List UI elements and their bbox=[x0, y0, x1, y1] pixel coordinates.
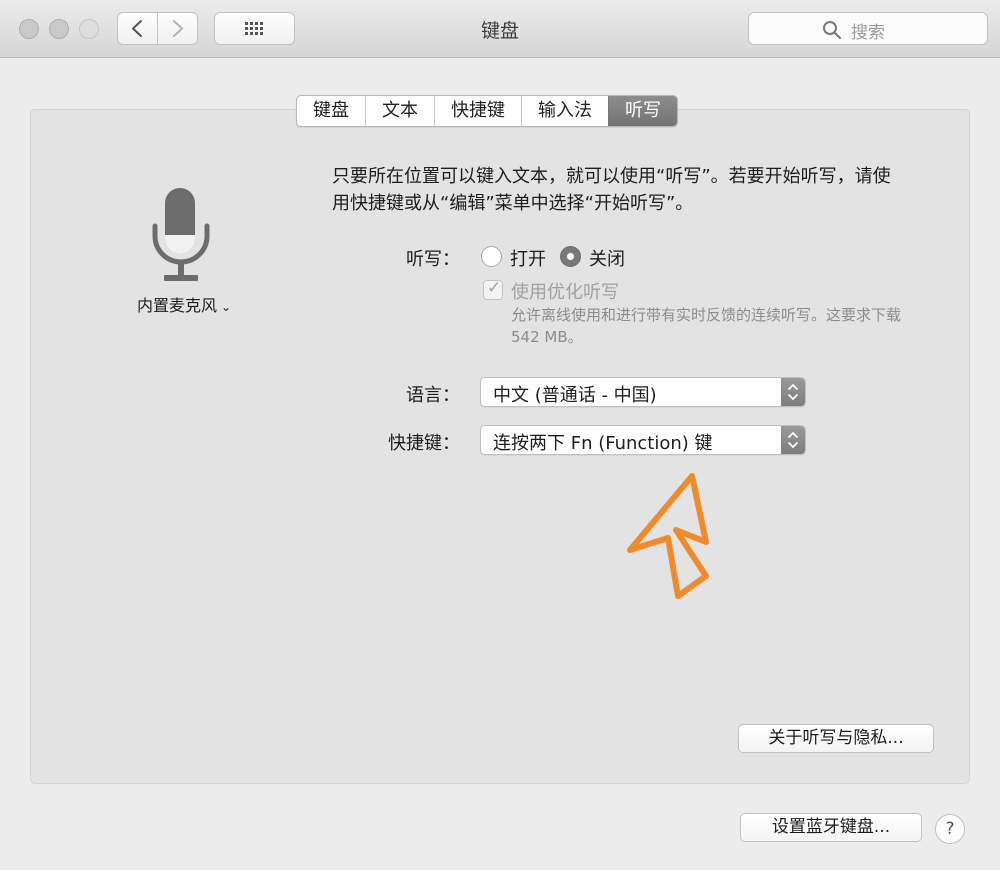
shortcut-label: 快捷键： bbox=[388, 433, 460, 454]
updown-arrows-icon bbox=[781, 426, 805, 454]
tab-shortcuts[interactable]: 快捷键 bbox=[434, 96, 521, 126]
title-bar: 键盘 搜索 bbox=[0, 0, 1000, 58]
enhanced-dictation-label: 使用优化听写 bbox=[511, 282, 619, 303]
enhanced-dictation-note: 允许离线使用和进行带有实时反馈的连续听写。这要求下载 542 MB。 bbox=[511, 306, 902, 346]
dictation-on-label[interactable]: 打开 bbox=[510, 245, 546, 271]
microphone-icon bbox=[150, 188, 212, 288]
updown-arrows-icon bbox=[781, 378, 805, 406]
dictation-description: 只要所在位置可以键入文本，就可以使用“听写”。若要开始听写，请使用快捷键或从“编… bbox=[332, 166, 891, 214]
search-icon bbox=[823, 21, 841, 39]
dictation-on-radio[interactable] bbox=[481, 246, 502, 267]
shortcut-popup[interactable]: 连按两下 Fn (Function) 键 bbox=[480, 425, 806, 455]
enhanced-dictation-checkbox[interactable]: ✓ bbox=[483, 278, 503, 300]
tab-dictation[interactable]: 听写 bbox=[608, 96, 677, 126]
microphone-source-menu[interactable]: 内置麦克风 ⌄ bbox=[137, 292, 231, 316]
search-field[interactable]: 搜索 bbox=[748, 12, 988, 45]
tab-input-sources[interactable]: 输入法 bbox=[521, 96, 608, 126]
language-label: 语言： bbox=[406, 385, 460, 406]
checkmark-icon: ✓ bbox=[487, 278, 502, 298]
dictation-off-label[interactable]: 关闭 bbox=[589, 245, 625, 271]
language-popup[interactable]: 中文 (普通话 - 中国) bbox=[480, 377, 806, 407]
language-value: 中文 (普通话 - 中国) bbox=[493, 385, 657, 406]
bluetooth-keyboard-button[interactable]: 设置蓝牙键盘... bbox=[740, 813, 922, 842]
tab-bar: 键盘 文本 快捷键 输入法 听写 bbox=[296, 95, 678, 127]
dictation-off-radio[interactable] bbox=[560, 246, 581, 267]
annotation-arrow-icon bbox=[627, 473, 709, 599]
privacy-button[interactable]: 关于听写与隐私... bbox=[738, 724, 934, 753]
tab-text[interactable]: 文本 bbox=[365, 96, 434, 126]
dictation-label: 听写： bbox=[406, 249, 460, 270]
shortcut-value: 连按两下 Fn (Function) 键 bbox=[493, 433, 713, 454]
tab-keyboard[interactable]: 键盘 bbox=[297, 96, 365, 126]
help-button[interactable]: ? bbox=[935, 814, 965, 844]
search-placeholder: 搜索 bbox=[851, 23, 885, 43]
chevron-down-icon: ⌄ bbox=[221, 300, 232, 314]
microphone-source-label: 内置麦克风 bbox=[137, 296, 218, 315]
